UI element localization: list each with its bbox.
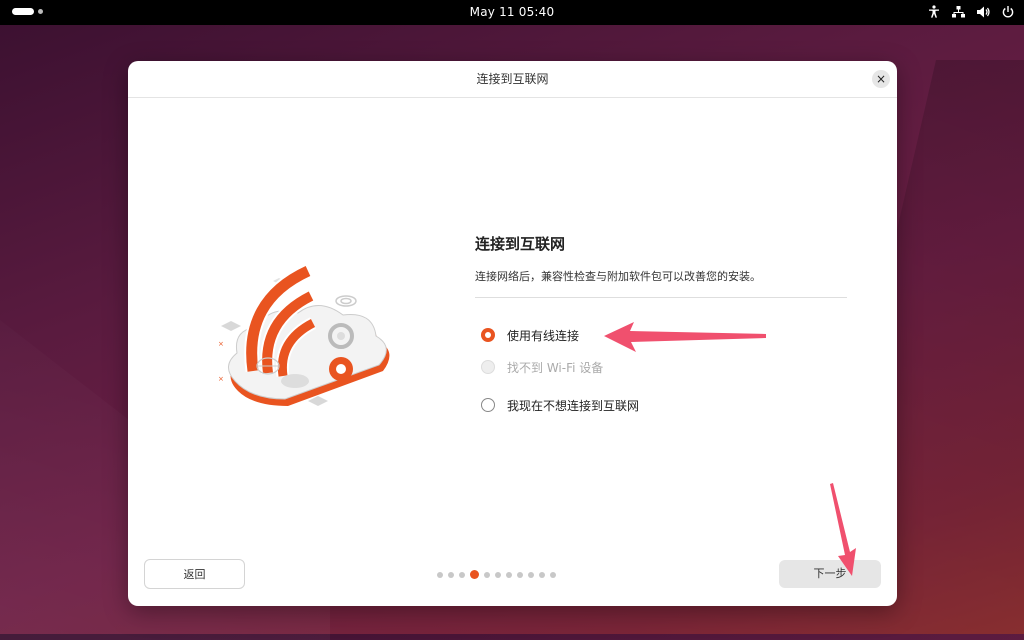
back-button[interactable]: 返回 [144, 559, 245, 589]
radio-no-connection[interactable] [481, 398, 495, 412]
step-dot [528, 571, 534, 578]
option-label: 我现在不想连接到互联网 [507, 398, 640, 413]
option-label: 找不到 Wi-Fi 设备 [507, 360, 604, 375]
page-heading: 连接到互联网 [475, 235, 566, 253]
top-bar: May 11 05:40 [0, 0, 1024, 25]
divider [475, 297, 847, 298]
option-label: 使用有线连接 [507, 328, 580, 343]
system-tray[interactable] [928, 5, 1014, 21]
option-wifi: 找不到 Wi-Fi 设备 [481, 357, 603, 377]
option-no-connection[interactable]: 我现在不想连接到互联网 [481, 395, 639, 415]
step-dot [437, 571, 443, 578]
step-dot [448, 571, 454, 578]
step-dot [517, 571, 523, 578]
svg-text:×: × [218, 340, 224, 348]
power-icon[interactable] [1002, 5, 1014, 21]
step-dot [484, 571, 490, 578]
step-dot-current [470, 570, 479, 579]
step-dot [550, 571, 556, 578]
clock[interactable]: May 11 05:40 [0, 5, 1024, 19]
connection-panel: 连接到互联网 连接网络后，兼容性检查与附加软件包可以改善您的安装。 使用有线连接… [475, 233, 847, 413]
option-wired[interactable]: 使用有线连接 [481, 325, 579, 345]
step-dot [539, 571, 545, 578]
radio-wired[interactable] [481, 328, 495, 342]
step-dot [506, 571, 512, 578]
accessibility-icon[interactable] [928, 5, 940, 21]
network-illustration: × × × [218, 264, 390, 406]
network-icon[interactable] [952, 5, 965, 21]
close-button[interactable]: × [872, 70, 890, 88]
svg-text:×: × [218, 375, 224, 383]
next-button[interactable]: 下一步 [779, 560, 881, 588]
volume-icon[interactable] [977, 6, 990, 21]
page-description: 连接网络后，兼容性检查与附加软件包可以改善您的安装。 [475, 270, 761, 283]
install-dialog: 连接到互联网 × × × × 连接到互联网 连接网络后，兼容性检 [128, 61, 897, 606]
radio-wifi [481, 360, 495, 374]
step-dot [459, 571, 465, 578]
step-dot [495, 571, 501, 578]
step-indicator [437, 570, 556, 579]
dialog-title: 连接到互联网 [128, 61, 897, 98]
